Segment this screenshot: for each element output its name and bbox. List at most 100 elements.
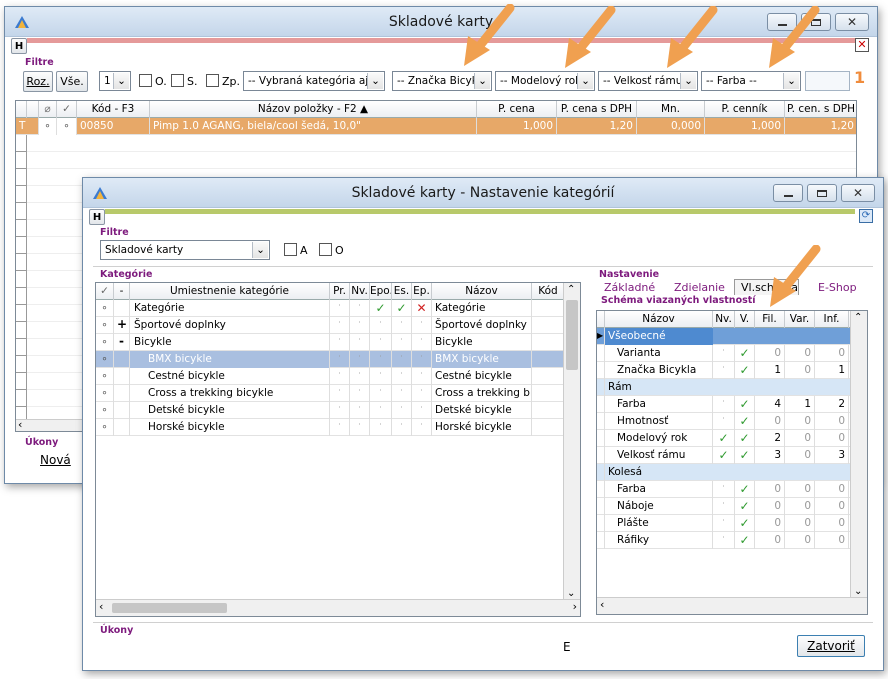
scroll-thumb[interactable]	[566, 300, 578, 370]
table-row[interactable]: ∘ Cross a trekking bicykle · · · · · Cross a tr…	[96, 385, 565, 402]
collapse-icon[interactable]: -	[114, 334, 130, 351]
flag-dot[interactable]: ·	[713, 345, 735, 362]
flag-dot[interactable]: ·	[350, 300, 370, 317]
maximize-button[interactable]	[801, 13, 831, 31]
a-checkbox[interactable]	[284, 243, 297, 256]
flag-dot[interactable]: ·	[370, 334, 392, 351]
flag-dot[interactable]: ·	[350, 368, 370, 385]
flag-dot[interactable]: ·	[350, 419, 370, 436]
velkost-select[interactable]: -- Velkosť rámu -- ⌄	[598, 71, 698, 91]
table-row[interactable]: Modelový rok ✓ ✓ 2 0 0	[597, 430, 852, 447]
scroll-left-icon[interactable]: ‹	[18, 418, 22, 431]
search-field[interactable]	[805, 71, 850, 91]
col-kod[interactable]: Kód	[532, 283, 565, 300]
col-schema-nv[interactable]: Nv.	[713, 311, 735, 328]
flag-dot[interactable]: ·	[330, 334, 350, 351]
filter-select[interactable]: Skladové karty ⌄	[100, 240, 270, 260]
znacka-select[interactable]: -- Značka Bicykla ⌄	[392, 71, 492, 91]
col-pcena[interactable]: P. cena	[477, 101, 557, 118]
minimize-button[interactable]	[773, 184, 803, 202]
group-row[interactable]: Kolesá	[597, 464, 852, 481]
col-pr[interactable]: Pr.	[330, 283, 350, 300]
farba-select[interactable]: -- Farba -- ⌄	[701, 71, 801, 91]
check-icon[interactable]: ✓	[735, 447, 755, 464]
check-icon[interactable]: ✓	[735, 481, 755, 498]
check-icon[interactable]: ✓	[392, 300, 412, 317]
check-icon[interactable]: ✓	[735, 362, 755, 379]
scroll-right-icon[interactable]: ›	[573, 600, 577, 613]
flag-dot[interactable]: ·	[392, 402, 412, 419]
check-icon[interactable]: ✓	[370, 300, 392, 317]
flag-dot[interactable]: ·	[350, 385, 370, 402]
check-icon[interactable]: ✓	[735, 498, 755, 515]
table-row[interactable]: Značka Bicykla · ✓ 1 0 1	[597, 362, 852, 379]
col-pcennik[interactable]: P. cenník	[705, 101, 785, 118]
back-h-button[interactable]: H	[11, 38, 27, 54]
flag-dot[interactable]: ·	[392, 351, 412, 368]
flag-dot[interactable]: ·	[713, 498, 735, 515]
close-button[interactable]: ✕	[835, 13, 869, 31]
flag-dot[interactable]: ·	[370, 351, 392, 368]
category-select[interactable]: -- Vybraná kategória aj p ⌄	[243, 71, 385, 91]
scroll-thumb[interactable]	[112, 603, 227, 613]
table-row[interactable]: Varianta · ✓ 0 0 0	[597, 345, 852, 362]
flag-dot[interactable]: ·	[330, 351, 350, 368]
flag-dot[interactable]: ·	[412, 402, 432, 419]
scroll-down-icon[interactable]: ⌄	[567, 588, 575, 599]
col-ep[interactable]: Ep.	[412, 283, 432, 300]
check-icon[interactable]: ✓	[735, 532, 755, 549]
o-checkbox[interactable]	[139, 74, 152, 87]
flag-dot[interactable]: ·	[412, 385, 432, 402]
o-checkbox[interactable]	[319, 243, 332, 256]
level-select[interactable]: 1 ⌄	[99, 71, 131, 91]
flag-dot[interactable]: ·	[412, 351, 432, 368]
col-es[interactable]: Es.	[392, 283, 412, 300]
check-icon[interactable]: ✓	[735, 345, 755, 362]
flag-dot[interactable]: ·	[713, 532, 735, 549]
nova-button[interactable]: Nová	[40, 453, 71, 467]
col-schema-inf[interactable]: Inf.	[815, 311, 849, 328]
check-icon[interactable]: ✓	[735, 515, 755, 532]
schema-vscroll[interactable]: ⌃ ⌄	[850, 311, 867, 597]
schema-hscroll[interactable]: ‹	[597, 597, 867, 614]
table-row[interactable]: ∘ Kategórie · · ✓ ✓ ✕ Kategórie	[96, 300, 565, 317]
model-select[interactable]: -- Modelový rok -- ⌄	[495, 71, 595, 91]
flag-dot[interactable]: ·	[350, 334, 370, 351]
col-schema-fil[interactable]: Fil.	[755, 311, 785, 328]
roz-button[interactable]: Roz.	[23, 71, 53, 92]
pin-red-icon[interactable]: ✕	[855, 38, 869, 52]
table-row[interactable]: Velkosť rámu ✓ ✓ 3 0 3	[597, 447, 852, 464]
flag-dot[interactable]: ·	[392, 385, 412, 402]
flag-dot[interactable]: ·	[330, 300, 350, 317]
flag-dot[interactable]: ·	[350, 351, 370, 368]
close-dialog-button[interactable]: Zatvoriť	[797, 635, 865, 657]
col-nazov[interactable]: Názov	[432, 283, 532, 300]
check-icon[interactable]: ✓	[735, 396, 755, 413]
flag-dot[interactable]: ·	[392, 419, 412, 436]
flag-dot[interactable]: ·	[713, 362, 735, 379]
table-row[interactable]: ∘ - Bicykle · · · · · Bicykle	[96, 334, 565, 351]
col-pcen-dph[interactable]: P. cen. s DPH	[785, 101, 856, 118]
flag-dot[interactable]: ·	[330, 419, 350, 436]
maximize-button[interactable]	[807, 184, 837, 202]
flag-dot[interactable]: ·	[350, 402, 370, 419]
flag-dot[interactable]: ·	[330, 402, 350, 419]
tab-zdielanie[interactable]: Zdielanie	[674, 281, 725, 294]
col-schema-v[interactable]: V.	[735, 311, 755, 328]
flag-dot[interactable]: ·	[392, 368, 412, 385]
flag-dot[interactable]: ·	[330, 317, 350, 334]
col-nazov[interactable]: Názov položky - F2 ▲	[150, 101, 477, 118]
check-icon[interactable]: ✓	[713, 447, 735, 464]
flag-dot[interactable]: ·	[370, 385, 392, 402]
check-icon[interactable]: ✓	[735, 413, 755, 430]
col-pcena-dph[interactable]: P. cena s DPH	[557, 101, 637, 118]
zp-checkbox[interactable]	[206, 74, 219, 87]
cat-hscroll[interactable]: ‹ ›	[96, 599, 580, 616]
check-icon[interactable]: ✓	[735, 430, 755, 447]
minimize-button[interactable]	[767, 13, 797, 31]
vse-button[interactable]: Vše.	[56, 71, 88, 92]
flag-dot[interactable]: ·	[370, 368, 392, 385]
flag-dot[interactable]: ·	[370, 419, 392, 436]
col-epo[interactable]: Epo.	[370, 283, 392, 300]
group-row[interactable]: Rám	[597, 379, 852, 396]
